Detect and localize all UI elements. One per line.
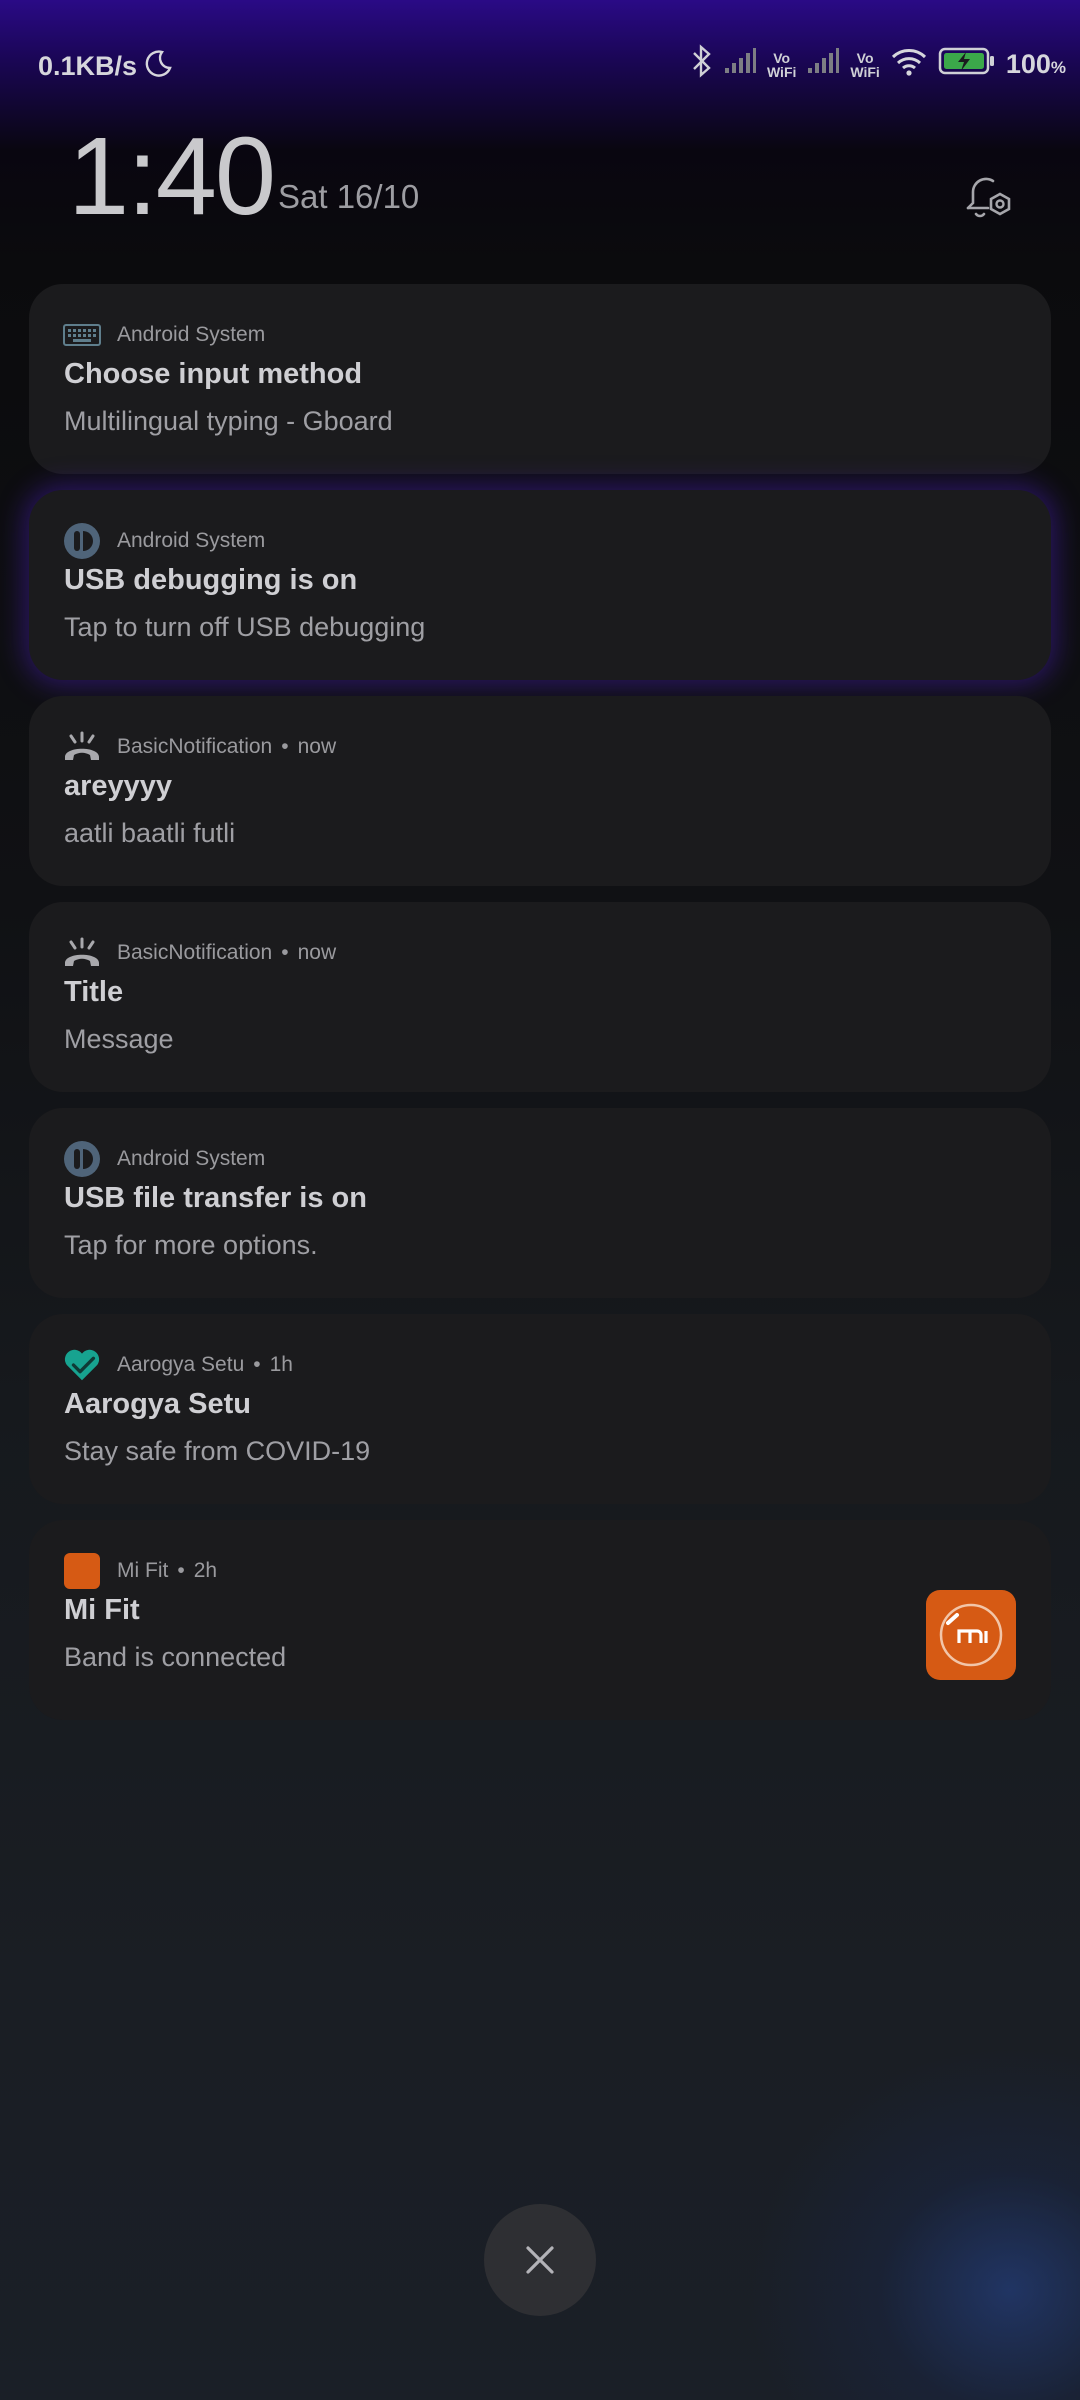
- notification-text: Tap for more options.: [64, 1230, 318, 1260]
- vowifi-indicator: Vo WiFi: [767, 51, 796, 79]
- post-time: now: [297, 735, 337, 758]
- wifi-label: WiFi: [850, 63, 880, 80]
- notification-text: aatli baatli futli: [64, 818, 236, 848]
- notification-header: BasicNotification • now: [63, 726, 336, 768]
- notification-header: Android System: [63, 314, 265, 356]
- notification-text: Tap to turn off USB debugging: [64, 612, 426, 642]
- wifi-label: WiFi: [766, 63, 797, 80]
- notification-card[interactable]: Android System USB file transfer is on T…: [29, 1108, 1051, 1298]
- vo-label: Vo: [856, 49, 874, 66]
- moon-icon: [143, 48, 173, 85]
- notification-card[interactable]: BasicNotification • now areyyyy aatli ba…: [29, 696, 1051, 886]
- vo-label: Vo: [773, 49, 791, 66]
- app-name: Android System: [117, 323, 266, 346]
- post-time: 2h: [193, 1559, 218, 1582]
- notification-title: areyyyy: [64, 770, 173, 802]
- separator-dot: •: [281, 735, 289, 758]
- notification-title: Aarogya Setu: [64, 1388, 251, 1420]
- wifi-icon: [890, 46, 928, 83]
- notification-settings-icon[interactable]: [960, 170, 1016, 226]
- clear-all-button[interactable]: [484, 2204, 596, 2316]
- battery-percent: 100: [1005, 49, 1051, 79]
- battery-charging-icon: [938, 46, 996, 83]
- separator-dot: •: [281, 941, 289, 964]
- notification-header: Mi Fit • 2h: [63, 1550, 217, 1592]
- phone-ringing-icon: [63, 728, 101, 766]
- notification-header: Aarogya Setu • 1h: [63, 1344, 293, 1386]
- network-speed: 0.1KB/s: [38, 51, 138, 81]
- heart-check-icon: [63, 1346, 101, 1384]
- date: Sat 16/10: [278, 178, 420, 215]
- mi-fit-thumbnail: [926, 1590, 1016, 1680]
- app-name: BasicNotification: [117, 735, 273, 758]
- phone-ringing-icon: [63, 934, 101, 972]
- notification-card[interactable]: Mi Fit • 2h Mi Fit Band is connected: [29, 1520, 1051, 1720]
- notification-title: USB file transfer is on: [64, 1182, 367, 1214]
- post-time: now: [297, 941, 337, 964]
- separator-dot: •: [177, 1559, 185, 1582]
- notification-title: Title: [64, 976, 124, 1008]
- notification-text: Message: [64, 1024, 174, 1054]
- notification-title: USB debugging is on: [64, 564, 358, 596]
- mi-logo-icon: [939, 1603, 1003, 1667]
- notification-card[interactable]: Android System USB debugging is on Tap t…: [29, 490, 1051, 680]
- app-name: Mi Fit: [117, 1559, 169, 1582]
- notification-text: Band is connected: [64, 1642, 287, 1672]
- notification-card[interactable]: Android System Choose input method Multi…: [29, 284, 1051, 474]
- battery-unit: %: [1050, 58, 1066, 77]
- notification-header: Android System: [63, 520, 265, 562]
- app-name: Android System: [117, 1147, 266, 1170]
- status-right: Vo WiFi Vo WiFi 100%: [691, 44, 1066, 85]
- notification-title: Choose input method: [64, 358, 363, 390]
- separator-dot: •: [253, 1353, 261, 1376]
- bluetooth-icon: [691, 44, 713, 85]
- clock: 1:40: [68, 115, 276, 238]
- post-time: 1h: [269, 1353, 293, 1376]
- mi-fit-icon: [63, 1552, 101, 1590]
- notification-card[interactable]: BasicNotification • now Title Message: [29, 902, 1051, 1092]
- battery-percent-text: 100%: [1006, 49, 1066, 80]
- status-left: 0.1KB/s: [38, 48, 173, 85]
- notification-card[interactable]: Aarogya Setu • 1h Aarogya Setu Stay safe…: [29, 1314, 1051, 1504]
- close-icon: [526, 2246, 554, 2274]
- keyboard-icon: [63, 316, 101, 354]
- android-system-icon: [63, 522, 101, 560]
- vowifi-indicator: Vo WiFi: [850, 51, 879, 79]
- notification-text: Stay safe from COVID-19: [64, 1436, 371, 1466]
- cell-signal-icon: [723, 47, 757, 82]
- android-system-icon: [63, 1140, 101, 1178]
- app-name: Android System: [117, 529, 266, 552]
- notification-text: Multilingual typing - Gboard: [64, 406, 393, 436]
- status-bar: 0.1KB/s Vo WiFi Vo WiFi 100%: [0, 0, 1080, 130]
- notification-title: Mi Fit: [64, 1594, 140, 1626]
- app-name: BasicNotification: [117, 941, 273, 964]
- notification-header: Android System: [63, 1138, 265, 1180]
- notification-header: BasicNotification • now: [63, 932, 336, 974]
- cell-signal-icon: [806, 47, 840, 82]
- app-name: Aarogya Setu: [117, 1353, 245, 1376]
